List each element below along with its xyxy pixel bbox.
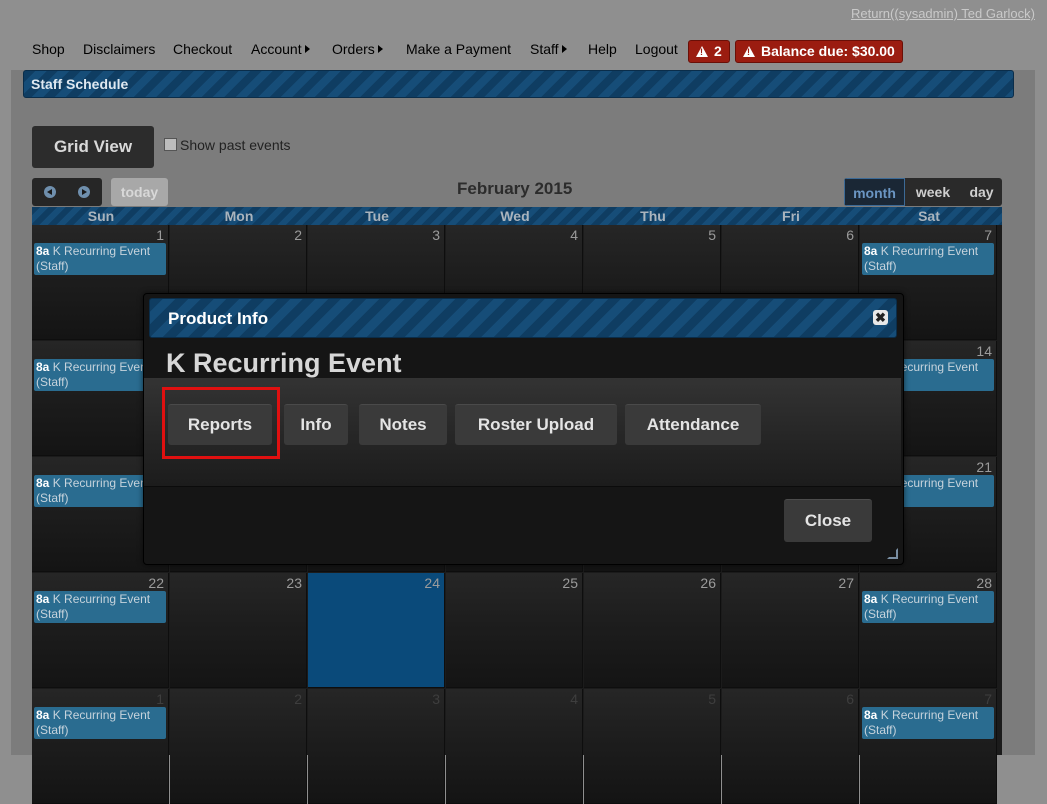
close-button[interactable]: Close	[784, 499, 872, 542]
tab-notes[interactable]: Notes	[359, 404, 447, 445]
close-x-icon[interactable]: ✖	[873, 310, 888, 325]
tab-attendance[interactable]: Attendance	[625, 404, 761, 445]
dialog-header: Product Info ✖	[149, 298, 897, 338]
resize-grip-icon[interactable]	[887, 548, 898, 559]
highlight-box	[162, 387, 280, 459]
product-info-dialog: Product Info ✖ K Recurring Event Reports…	[143, 293, 904, 565]
dialog-title: Product Info	[168, 309, 269, 328]
tab-roster-upload[interactable]: Roster Upload	[455, 404, 617, 445]
tab-info[interactable]: Info	[284, 404, 348, 445]
product-name: K Recurring Event	[166, 348, 402, 378]
